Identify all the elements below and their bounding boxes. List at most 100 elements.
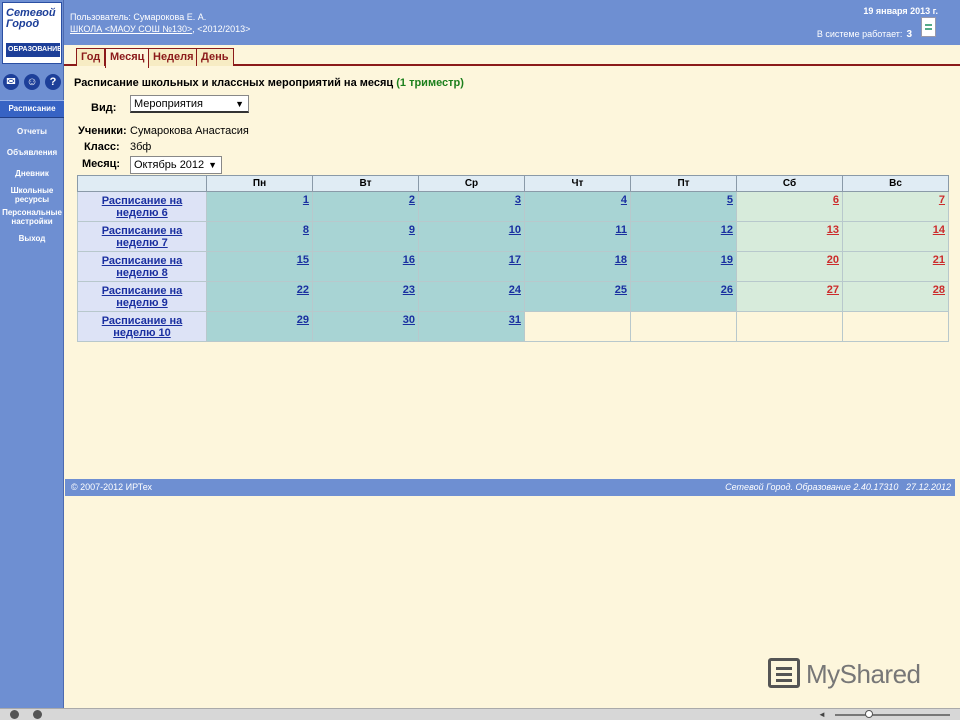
school-link[interactable]: ШКОЛА <МАОУ СОШ №130> (70, 24, 192, 34)
date-link[interactable]: 14 (933, 224, 945, 236)
date-link[interactable]: 24 (509, 284, 521, 296)
app-logo[interactable]: Сетевой Город ОБРАЗОВАНИЕ (2, 2, 62, 64)
back-icon[interactable] (10, 710, 19, 719)
week-schedule-link[interactable]: Расписание на неделю 8 (80, 255, 204, 279)
week-cell: Расписание на неделю 10 (77, 311, 207, 342)
week-schedule-link[interactable]: Расписание на неделю 7 (80, 225, 204, 249)
week-schedule-link[interactable]: Расписание на неделю 6 (80, 195, 204, 219)
header: Пользователь: Сумарокова Е. А. ШКОЛА <МА… (64, 0, 960, 45)
day-cell: 1 (206, 191, 313, 222)
weekday-header: Чт (524, 175, 631, 192)
forward-icon[interactable] (33, 710, 42, 719)
day-cell: 15 (206, 251, 313, 282)
sidebar-item-schedule[interactable]: Расписание (0, 100, 64, 118)
date-link[interactable]: 23 (403, 284, 415, 296)
sidebar-item-school-resources[interactable]: Школьные ресурсы (0, 186, 64, 204)
page-title: Расписание школьных и классных мероприят… (74, 77, 464, 89)
date-link[interactable]: 31 (509, 314, 521, 326)
date-link[interactable]: 20 (827, 254, 839, 266)
day-cell: 19 (630, 251, 737, 282)
date-link[interactable]: 19 (721, 254, 733, 266)
week-schedule-link[interactable]: Расписание на неделю 10 (80, 315, 204, 339)
page: Сетевой Город ОБРАЗОВАНИЕ ✉ ☺ ? Расписан… (0, 0, 960, 720)
date-link[interactable]: 2 (409, 194, 415, 206)
date-link[interactable]: 4 (621, 194, 627, 206)
sidebar-item-logout[interactable]: Выход (0, 234, 64, 243)
date-link[interactable]: 5 (727, 194, 733, 206)
chevron-down-icon: ▼ (235, 99, 244, 109)
empty-day-cell (524, 311, 631, 342)
weekday-header: Пн (206, 175, 313, 192)
day-cell: 11 (524, 221, 631, 252)
date-link[interactable]: 7 (939, 194, 945, 206)
zoom-slider-handle[interactable] (865, 710, 873, 718)
date-link[interactable]: 12 (721, 224, 733, 236)
view-label: Вид: (91, 102, 117, 114)
sidebar-item-personal-settings[interactable]: Персональные настройки (0, 208, 64, 226)
date-link[interactable]: 13 (827, 224, 839, 236)
date-link[interactable]: 15 (297, 254, 309, 266)
date-link[interactable]: 10 (509, 224, 521, 236)
sidebar-item-announcements[interactable]: Объявления (0, 148, 64, 157)
tab-day[interactable]: День (196, 48, 234, 66)
date-link[interactable]: 30 (403, 314, 415, 326)
users-icon[interactable]: ☺ (24, 74, 40, 90)
tab-year[interactable]: Год (76, 48, 106, 66)
date-link[interactable]: 29 (297, 314, 309, 326)
weekend-day-cell: 20 (736, 251, 843, 282)
class-label: Класс: (84, 141, 120, 153)
day-cell: 26 (630, 281, 737, 312)
date-link[interactable]: 26 (721, 284, 733, 296)
document-icon[interactable] (921, 17, 936, 37)
watermark-text: MyShared (806, 659, 921, 689)
date-link[interactable]: 6 (833, 194, 839, 206)
date-link[interactable]: 18 (615, 254, 627, 266)
day-cell: 30 (312, 311, 419, 342)
month-label: Месяц: (82, 158, 121, 170)
date-link[interactable]: 3 (515, 194, 521, 206)
trimester-label: (1 триместр) (396, 77, 464, 89)
week-schedule-link[interactable]: Расписание на неделю 9 (80, 285, 204, 309)
school-info: ШКОЛА <МАОУ СОШ №130>, <2012/2013> (70, 24, 251, 34)
date-link[interactable]: 17 (509, 254, 521, 266)
day-cell: 4 (524, 191, 631, 222)
week-cell: Расписание на неделю 8 (77, 251, 207, 282)
week-cell: Расписание на неделю 9 (77, 281, 207, 312)
student-label: Ученики: (78, 125, 127, 137)
weekend-day-cell: 27 (736, 281, 843, 312)
date-link[interactable]: 8 (303, 224, 309, 236)
date-link[interactable]: 11 (615, 224, 627, 236)
date-link[interactable]: 16 (403, 254, 415, 266)
sidebar-icon-row: ✉ ☺ ? (2, 74, 62, 92)
date-link[interactable]: 21 (933, 254, 945, 266)
view-select[interactable]: Мероприятия ▼ (130, 95, 249, 113)
zoom-slider[interactable] (835, 714, 950, 716)
current-date: 19 января 2013 г. (863, 6, 938, 16)
date-link[interactable]: 28 (933, 284, 945, 296)
weekend-day-cell: 21 (842, 251, 949, 282)
copyright: © 2007-2012 ИРТех (71, 482, 153, 492)
sidebar-item-reports[interactable]: Отчеты (0, 127, 64, 136)
zoom-out-icon[interactable]: ◄ (818, 711, 826, 719)
date-link[interactable]: 1 (303, 194, 309, 206)
date-link[interactable]: 25 (615, 284, 627, 296)
school-year: <2012/2013> (197, 24, 251, 34)
month-select[interactable]: Октябрь 2012 ▼ (130, 156, 222, 174)
weekend-day-cell: 14 (842, 221, 949, 252)
help-icon[interactable]: ? (45, 74, 61, 90)
tab-week[interactable]: Неделя (148, 48, 199, 66)
day-cell: 12 (630, 221, 737, 252)
watermark: MyShared (768, 656, 928, 692)
student-value: Сумарокова Анастасия (130, 125, 249, 137)
day-cell: 23 (312, 281, 419, 312)
mail-icon[interactable]: ✉ (3, 74, 19, 90)
weekday-header: Сб (736, 175, 843, 192)
sidebar-item-diary[interactable]: Дневник (0, 169, 64, 178)
date-link[interactable]: 27 (827, 284, 839, 296)
calendar-body: Расписание на неделю 6 1 2 3 4 5 6 7 Расписание … (77, 191, 949, 342)
day-cell: 2 (312, 191, 419, 222)
date-link[interactable]: 9 (409, 224, 415, 236)
date-link[interactable]: 22 (297, 284, 309, 296)
tab-month[interactable]: Месяц (105, 48, 150, 68)
weekday-header: Вс (842, 175, 949, 192)
